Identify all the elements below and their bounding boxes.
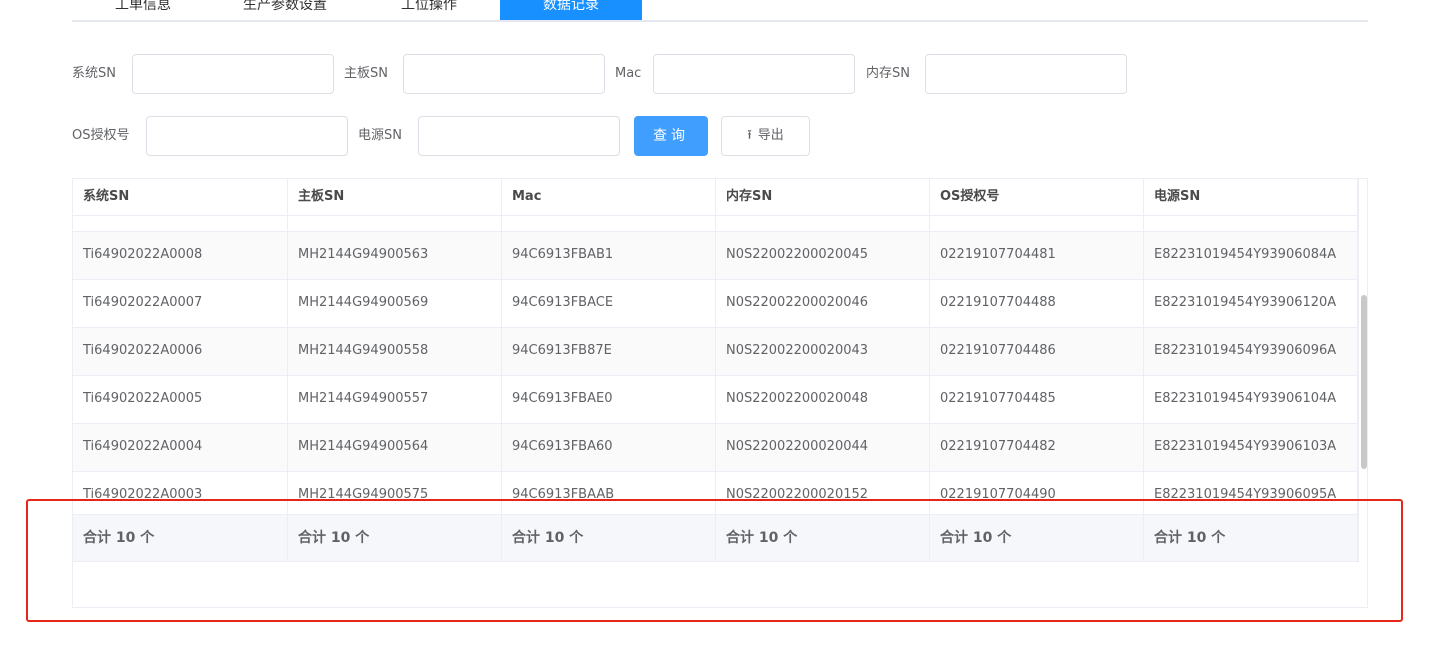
table-cell xyxy=(73,216,288,232)
column-header-board-sn[interactable]: 主板SN xyxy=(288,179,502,215)
export-button[interactable]: ⭱ 导出 xyxy=(721,116,810,156)
column-header-power-sn[interactable]: 电源SN xyxy=(1144,179,1358,215)
table-cell: E82231019454Y93906096A xyxy=(1144,328,1358,376)
system-sn-input[interactable] xyxy=(132,54,334,94)
memory-sn-label: 内存SN xyxy=(866,66,910,81)
table-cell: N0S22002200020045 xyxy=(716,232,930,280)
table-cell: 02219107704485 xyxy=(930,376,1144,424)
table-cell: 02219107704482 xyxy=(930,424,1144,472)
os-license-label: OS授权号 xyxy=(72,128,130,143)
table-cell: E82231019454Y93906104A xyxy=(1144,376,1358,424)
column-header-memory-sn[interactable]: 内存SN xyxy=(716,179,930,215)
table-cell: Ti64902022A0004 xyxy=(73,424,288,472)
table-cell: 94C6913FBAB1 xyxy=(502,232,716,280)
table-row[interactable]: Ti64902022A0005 MH2144G94900557 94C6913FBA… xyxy=(73,376,1358,424)
table-scrollbar-thumb[interactable] xyxy=(1361,295,1367,469)
tab-work-order-info[interactable]: 工单信息 xyxy=(72,0,214,20)
column-header-os-license[interactable]: OS授权号 xyxy=(930,179,1144,215)
table-cell: MH2144G94900569 xyxy=(288,280,502,328)
table-cell: N0S22002200020043 xyxy=(716,328,930,376)
tab-data-records[interactable]: 数据记录 xyxy=(500,0,642,20)
summary-cell: 合计 10 个 xyxy=(716,515,930,561)
table-cell: N0S22002200020044 xyxy=(716,424,930,472)
table-cell: MH2144G94900564 xyxy=(288,424,502,472)
table-summary-row: 合计 10 个 合计 10 个 合计 10 个 合计 10 个 合计 10 个 … xyxy=(73,514,1358,562)
board-sn-input[interactable] xyxy=(403,54,605,94)
power-sn-input[interactable] xyxy=(418,116,620,156)
summary-cell: 合计 10 个 xyxy=(502,515,716,561)
table-cell: 02219107704481 xyxy=(930,232,1144,280)
summary-cell: 合计 10 个 xyxy=(930,515,1144,561)
export-label: 导出 xyxy=(757,128,784,143)
mac-input[interactable] xyxy=(653,54,855,94)
table-cell: 94C6913FBAAB xyxy=(502,472,716,514)
memory-sn-input[interactable] xyxy=(925,54,1127,94)
table-cell: MH2144G94900563 xyxy=(288,232,502,280)
table-cell: 94C6913FB87E xyxy=(502,328,716,376)
table-cell: E82231019454Y93906084A xyxy=(1144,232,1358,280)
summary-cell: 合计 10 个 xyxy=(288,515,502,561)
table-cell: MH2144G94900575 xyxy=(288,472,502,514)
os-license-input[interactable] xyxy=(146,116,348,156)
table-row[interactable]: Ti64902022A0007 MH2144G94900569 94C6913FBA… xyxy=(73,280,1358,328)
table-cell: 94C6913FBAE0 xyxy=(502,376,716,424)
table-row[interactable]: Ti64902022A0004 MH2144G94900564 94C6913FBA… xyxy=(73,424,1358,472)
table-cell: Ti64902022A0005 xyxy=(73,376,288,424)
tab-bar: 工单信息 生产参数设置 工位操作 数据记录 xyxy=(72,0,1368,22)
table-cell: MH2144G94900558 xyxy=(288,328,502,376)
table-cell: 94C6913FBACE xyxy=(502,280,716,328)
table-cell: N0S22002200020152 xyxy=(716,472,930,514)
table-cell xyxy=(1144,216,1358,232)
table-cell: 02219107704490 xyxy=(930,472,1144,514)
table-cell: 02219107704488 xyxy=(930,280,1144,328)
column-header-system-sn[interactable]: 系统SN xyxy=(73,179,288,215)
table-cell: Ti64902022A0007 xyxy=(73,280,288,328)
mac-label: Mac xyxy=(615,66,642,81)
table-cell: E82231019454Y93906095A xyxy=(1144,472,1358,514)
table-cell: Ti64902022A0006 xyxy=(73,328,288,376)
table-cell: N0S22002200020046 xyxy=(716,280,930,328)
table-cell: Ti64902022A0003 xyxy=(73,472,288,514)
data-records-table: 系统SN 主板SN Mac 内存SN OS授权号 电源SN Ti64902022… xyxy=(72,178,1368,608)
table-row[interactable]: Ti64902022A0008 MH2144G94900563 94C6913FBA… xyxy=(73,232,1358,280)
table-scrollbar-track[interactable] xyxy=(1358,179,1367,562)
table-cell: Ti64902022A0008 xyxy=(73,232,288,280)
table-row[interactable]: Ti64902022A0003 MH2144G94900575 94C6913FBA… xyxy=(73,472,1358,514)
table-header: 系统SN 主板SN Mac 内存SN OS授权号 电源SN xyxy=(73,179,1358,216)
table-cell: 94C6913FBA60 xyxy=(502,424,716,472)
table-cell xyxy=(502,216,716,232)
summary-cell: 合计 10 个 xyxy=(73,515,288,561)
table-cell: 02219107704486 xyxy=(930,328,1144,376)
table-cell: E82231019454Y93906103A xyxy=(1144,424,1358,472)
tab-production-params[interactable]: 生产参数设置 xyxy=(214,0,356,20)
table-cell: E82231019454Y93906120A xyxy=(1144,280,1358,328)
table-body[interactable]: Ti64902022A0008 MH2144G94900563 94C6913FBA… xyxy=(73,216,1358,514)
tab-station-operation[interactable]: 工位操作 xyxy=(358,0,500,20)
query-button[interactable]: 查询 xyxy=(634,116,708,156)
table-cell xyxy=(288,216,502,232)
table-cell: N0S22002200020048 xyxy=(716,376,930,424)
summary-cell: 合计 10 个 xyxy=(1144,515,1358,561)
table-row[interactable] xyxy=(73,216,1358,232)
table-cell xyxy=(716,216,930,232)
table-cell: MH2144G94900557 xyxy=(288,376,502,424)
column-header-mac[interactable]: Mac xyxy=(502,179,716,215)
system-sn-label: 系统SN xyxy=(72,66,116,81)
table-row[interactable]: Ti64902022A0006 MH2144G94900558 94C6913FB8… xyxy=(73,328,1358,376)
board-sn-label: 主板SN xyxy=(344,66,388,81)
table-cell xyxy=(930,216,1144,232)
upload-icon: ⭱ xyxy=(747,128,752,143)
power-sn-label: 电源SN xyxy=(358,128,402,143)
